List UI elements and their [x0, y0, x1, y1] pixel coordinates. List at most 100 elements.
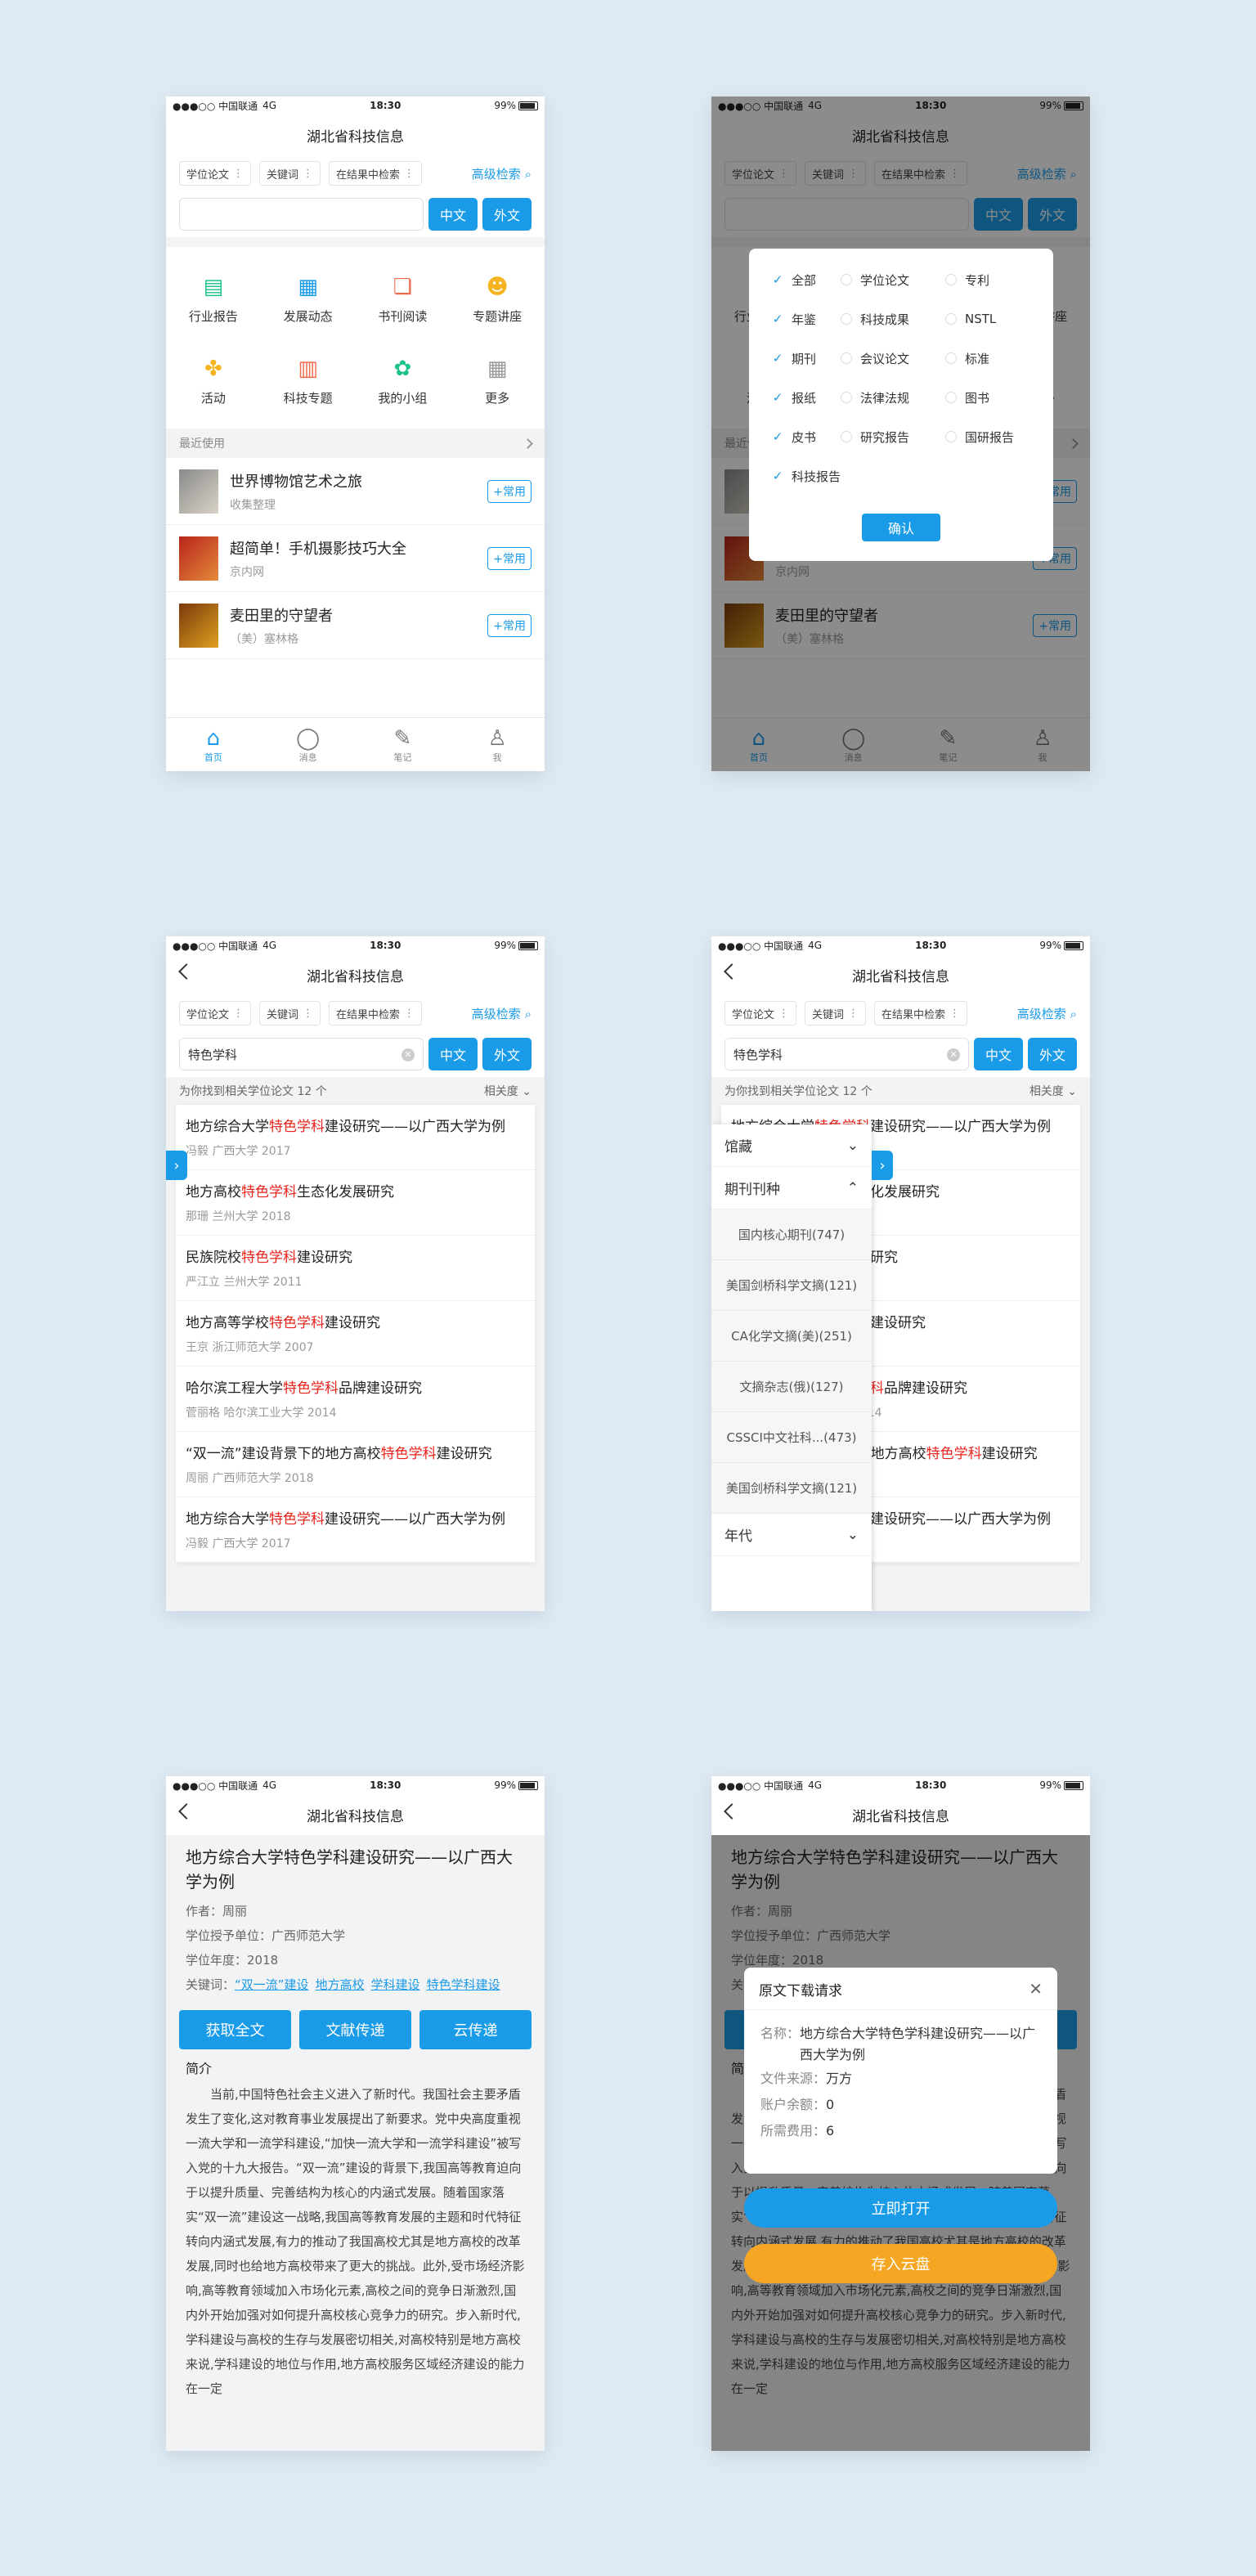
result-item[interactable]: 地方综合大学特色学科建设研究——以广西大学为例冯毅 广西大学 2017 — [176, 1105, 535, 1170]
back-icon[interactable] — [178, 1803, 195, 1820]
search-row: 特色学科 ✕ 中文 外文 — [166, 1031, 545, 1077]
feature-item[interactable]: ▥ 科技专题 — [261, 340, 356, 422]
clear-icon[interactable]: ✕ — [401, 1048, 415, 1061]
get-fulltext-button[interactable]: 获取全文 — [179, 2010, 291, 2049]
foreign-search-button[interactable]: 外文 — [482, 198, 532, 231]
type-filter[interactable]: 学位论文 — [179, 1001, 252, 1025]
foreign-search-button[interactable]: 外文 — [1028, 1038, 1077, 1070]
type-option[interactable]: 专利 — [945, 260, 1030, 299]
type-option[interactable]: NSTL — [945, 299, 1030, 339]
close-icon[interactable]: ✕ — [1029, 1979, 1043, 1999]
type-filter[interactable]: 学位论文 — [179, 161, 252, 186]
search-input[interactable]: 特色学科 ✕ — [179, 1038, 424, 1070]
sort-dropdown[interactable]: 相关度 ⌄ — [484, 1083, 532, 1099]
feature-item[interactable]: ✤ 活动 — [166, 340, 261, 422]
type-option[interactable]: 标准 — [945, 339, 1030, 378]
scope-filter[interactable]: 在结果中检索 — [874, 1001, 968, 1025]
scope-filter[interactable]: 在结果中检索 — [329, 161, 423, 186]
facet-option[interactable]: 文摘杂志(俄)(127) — [711, 1362, 872, 1412]
search-input[interactable]: 特色学科 ✕ — [724, 1038, 969, 1070]
filter-drawer-handle[interactable]: › — [872, 1151, 893, 1180]
keyword-link[interactable]: 特色学科建设 — [427, 1972, 500, 1997]
recent-item[interactable]: 超简单！手机摄影技巧大全京内网+常用 — [166, 525, 545, 592]
feature-item[interactable]: ▦ 发展动态 — [261, 258, 356, 340]
type-option[interactable]: 法律法规 — [841, 378, 945, 417]
facet-option[interactable]: 美国剑桥科学文摘(121) — [711, 1463, 872, 1514]
sort-dropdown[interactable]: 相关度 ⌄ — [1029, 1083, 1077, 1099]
result-item[interactable]: 哈尔滨工程大学特色学科品牌建设研究菅丽格 哈尔滨工业大学 2014 — [176, 1367, 535, 1432]
facet-option[interactable]: CSSCI中文社科...(473) — [711, 1412, 872, 1463]
keyword-link[interactable]: “双一流”建设 — [235, 1972, 309, 1997]
type-option[interactable]: 图书 — [945, 378, 1030, 417]
add-favorite-button[interactable]: +常用 — [487, 613, 532, 637]
add-favorite-button[interactable]: +常用 — [487, 479, 532, 503]
back-icon[interactable] — [724, 1803, 740, 1820]
type-option[interactable]: ✓ 全部 — [772, 260, 841, 299]
confirm-button[interactable]: 确认 — [862, 514, 940, 541]
search-input[interactable] — [179, 198, 424, 231]
recent-title: 麦田里的守望者 — [230, 607, 333, 625]
recent-label: 最近使用 — [179, 438, 225, 451]
recent-header[interactable]: 最近使用 — [166, 429, 545, 458]
facet-journal-type[interactable]: 期刊刊种 ⌃ — [711, 1167, 872, 1209]
document-delivery-button[interactable]: 文献传递 — [299, 2010, 411, 2049]
back-icon[interactable] — [178, 963, 195, 980]
facet-option[interactable]: CA化学文摘(美)(251) — [711, 1311, 872, 1362]
type-option[interactable]: ✓ 期刊 — [772, 339, 841, 378]
recent-item[interactable]: 世界博物馆艺术之旅收集整理+常用 — [166, 458, 545, 525]
field-filter[interactable]: 关键词 — [805, 1001, 867, 1025]
type-option[interactable]: 国研报告 — [945, 417, 1030, 456]
facet-collection-label: 馆藏 — [724, 1139, 752, 1156]
result-item[interactable]: 民族院校特色学科建设研究严江立 兰州大学 2011 — [176, 1236, 535, 1301]
more-icon: ▦ — [487, 356, 508, 381]
keyword-link[interactable]: 地方高校 — [316, 1972, 365, 1997]
field-filter[interactable]: 关键词 — [259, 161, 321, 186]
keyword-link[interactable]: 学科建设 — [371, 1972, 420, 1997]
scope-filter[interactable]: 在结果中检索 — [329, 1001, 423, 1025]
result-item[interactable]: 地方综合大学特色学科建设研究——以广西大学为例冯毅 广西大学 2017 — [176, 1497, 535, 1563]
type-option[interactable]: ✓ 皮书 — [772, 417, 841, 456]
tab-home[interactable]: ⌂ 首页 — [166, 718, 261, 771]
back-icon[interactable] — [724, 963, 740, 980]
type-option[interactable]: 研究报告 — [841, 417, 945, 456]
highlight-term: 特色学科 — [241, 1250, 297, 1266]
advanced-search-link[interactable]: 高级检索 ⌕ — [472, 1005, 532, 1022]
type-option[interactable]: ✓ 报纸 — [772, 378, 841, 417]
type-option[interactable]: 会议论文 — [841, 339, 945, 378]
recent-item[interactable]: 麦田里的守望者 （美）塞林格 +常用 — [166, 592, 545, 659]
type-option[interactable]: ✓ 科技报告 — [772, 456, 841, 496]
type-option[interactable]: ✓ 年鉴 — [772, 299, 841, 339]
advanced-search-link[interactable]: 高级检索 ⌕ — [472, 165, 532, 182]
field-filter[interactable]: 关键词 — [259, 1001, 321, 1025]
chinese-search-button[interactable]: 中文 — [428, 198, 478, 231]
feature-item[interactable]: ▦ 更多 — [450, 340, 545, 422]
foreign-search-button[interactable]: 外文 — [482, 1038, 532, 1070]
facet-option[interactable]: 国内核心期刊(747) — [711, 1209, 872, 1260]
type-filter[interactable]: 学位论文 — [724, 1001, 797, 1025]
chinese-search-button[interactable]: 中文 — [428, 1038, 478, 1070]
feature-item[interactable]: ▤ 行业报告 — [166, 258, 261, 340]
tab-profile[interactable]: ♙ 我 — [450, 718, 545, 771]
save-to-cloud-button[interactable]: 存入云盘 — [744, 2244, 1057, 2283]
chinese-search-button[interactable]: 中文 — [974, 1038, 1023, 1070]
add-favorite-button[interactable]: +常用 — [487, 546, 532, 570]
cloud-delivery-button[interactable]: 云传递 — [419, 2010, 532, 2049]
facet-year[interactable]: 年代 ⌄ — [711, 1514, 872, 1556]
clear-icon[interactable]: ✕ — [947, 1048, 960, 1061]
tab-note[interactable]: ✎ 笔记 — [356, 718, 451, 771]
result-item[interactable]: 地方高校特色学科生态化发展研究那珊 兰州大学 2018 — [176, 1170, 535, 1236]
feature-item[interactable]: ☻ 专题讲座 — [450, 258, 545, 340]
result-item[interactable]: “双一流”建设背景下的地方高校特色学科建设研究周丽 广西师范大学 2018 — [176, 1432, 535, 1497]
type-option[interactable]: 科技成果 — [841, 299, 945, 339]
facet-collection[interactable]: 馆藏 ⌄ — [711, 1124, 872, 1167]
feature-item[interactable]: ❏ 书刊阅读 — [356, 258, 451, 340]
type-option[interactable]: 学位论文 — [841, 260, 945, 299]
result-meta: 冯毅 广西大学 2017 — [186, 1145, 291, 1158]
result-item[interactable]: 地方高等学校特色学科建设研究王京 浙江师范大学 2007 — [176, 1301, 535, 1367]
feature-item[interactable]: ✿ 我的小组 — [356, 340, 451, 422]
advanced-search-link[interactable]: 高级检索 ⌕ — [1017, 1005, 1077, 1022]
tab-message[interactable]: ◯ 消息 — [261, 718, 356, 771]
facet-option[interactable]: 美国剑桥科学文摘(121) — [711, 1260, 872, 1311]
open-now-button[interactable]: 立即打开 — [744, 2188, 1057, 2228]
filter-drawer-handle[interactable]: › — [166, 1151, 187, 1180]
